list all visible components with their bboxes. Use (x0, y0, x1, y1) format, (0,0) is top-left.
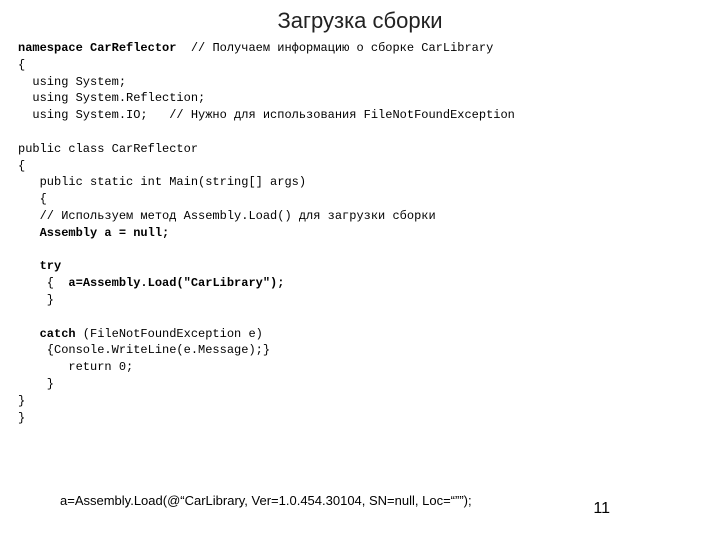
code-line: catch (18, 327, 76, 341)
code-line: using System; (18, 75, 126, 89)
footer-code: a=Assembly.Load(@“CarLibrary, Ver=1.0.45… (60, 493, 472, 508)
code-line: a=Assembly.Load("CarLibrary"); (68, 276, 284, 290)
code-line: } (18, 394, 25, 408)
code-line: public class CarReflector (18, 142, 198, 156)
code-line: } (18, 293, 54, 307)
code-block: namespace CarReflector // Получаем инфор… (0, 40, 720, 426)
code-line: } (18, 411, 25, 425)
page-number: 11 (593, 500, 610, 518)
code-line: using System.Reflection; (18, 91, 205, 105)
code-line: } (18, 377, 54, 391)
code-line: { (18, 276, 68, 290)
code-line: {Console.WriteLine(e.Message);} (18, 343, 270, 357)
code-line: public static int Main(string[] args) (18, 175, 306, 189)
code-line: Assembly a = null; (18, 226, 169, 240)
code-comment: // Получаем информацию о сборке CarLibra… (176, 41, 493, 55)
slide-title: Загрузка сборки (0, 0, 720, 40)
code-line: { (18, 58, 25, 72)
code-line: { (18, 159, 25, 173)
code-line: return 0; (18, 360, 133, 374)
code-line: // Используем метод Assembly.Load() для … (18, 209, 436, 223)
code-line: (FileNotFoundException e) (76, 327, 263, 341)
code-line: namespace CarReflector (18, 41, 176, 55)
code-line: { (18, 192, 47, 206)
code-line: try (18, 259, 61, 273)
code-line: using System.IO; // Нужно для использова… (18, 108, 515, 122)
